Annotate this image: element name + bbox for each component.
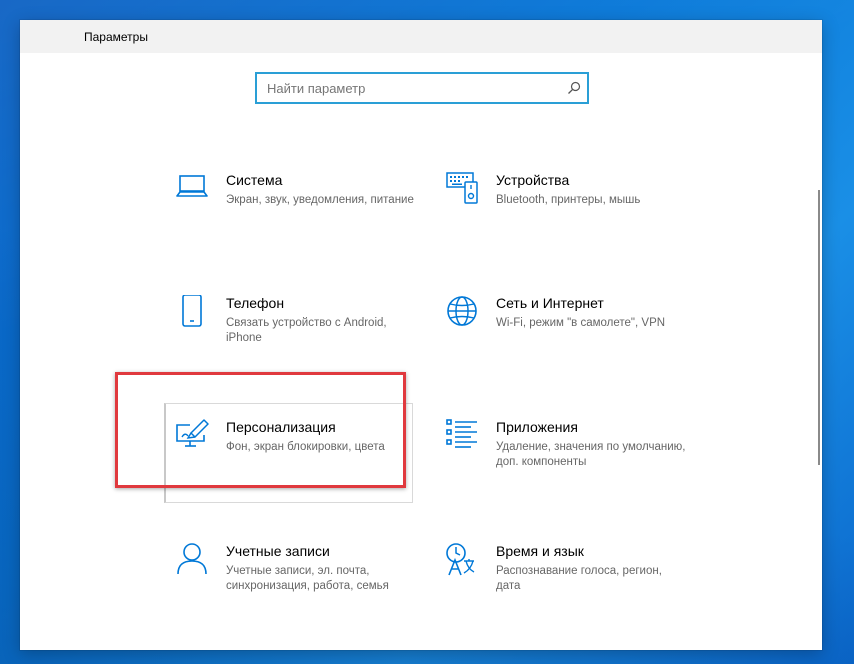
settings-window: Параметры Найти параметр Система Экран, … [20,20,822,650]
category-title: Система [226,172,283,188]
category-title: Учетные записи [226,543,330,559]
window-title: Параметры [84,30,148,44]
category-apps[interactable]: Приложения Удаление, значения по умолчан… [446,419,696,509]
search-placeholder: Найти параметр [267,81,366,96]
category-description: Wi-Fi, режим "в самолете", VPN [496,317,666,329]
category-description: Связать устройство с Android, iPhone [226,317,387,344]
category-title: Время и язык [496,543,584,559]
title-bar[interactable]: Параметры [20,20,822,53]
category-description: Учетные записи, эл. почта, синхронизация… [226,565,389,592]
category-system[interactable]: Система Экран, звук, уведомления, питани… [176,172,426,262]
time-language-icon [446,543,480,577]
category-title: Сеть и Интернет [496,295,604,311]
search-icon[interactable] [567,81,581,95]
category-accounts[interactable]: Учетные записи Учетные записи, эл. почта… [176,543,426,633]
laptop-icon [176,172,210,206]
globe-icon [446,295,480,329]
category-title: Телефон [226,295,285,311]
category-title: Приложения [496,419,578,435]
category-title: Устройства [496,172,570,188]
category-description: Экран, звук, уведомления, питание [226,194,414,206]
category-description: Bluetooth, принтеры, мышь [496,194,641,206]
search-input[interactable]: Найти параметр [255,72,589,104]
annotation-highlight-box [115,372,406,488]
category-time-language[interactable]: Время и язык Распознавание голоса, регио… [446,543,696,633]
person-icon [176,543,210,577]
category-network[interactable]: Сеть и Интернет Wi-Fi, режим "в самолете… [446,295,696,385]
phone-icon [176,295,210,329]
keyboard-icon [446,172,480,206]
apps-icon [446,419,480,453]
scrollbar[interactable] [818,190,820,465]
category-devices[interactable]: Устройства Bluetooth, принтеры, мышь [446,172,696,262]
category-description: Распознавание голоса, регион, дата [496,565,662,592]
category-description: Удаление, значения по умолчанию, доп. ко… [496,441,686,468]
